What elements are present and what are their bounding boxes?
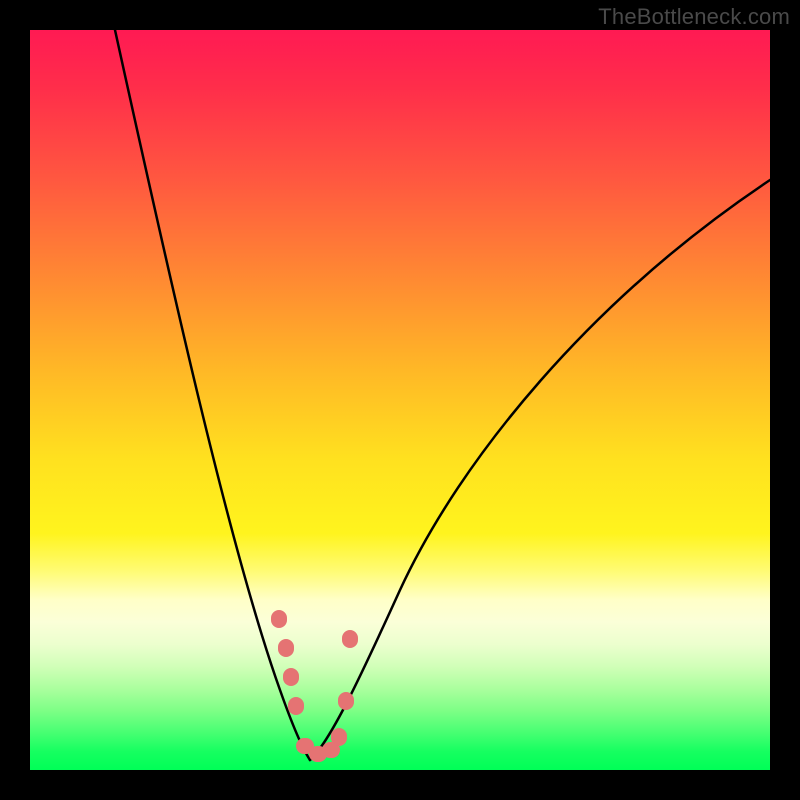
- curve-layer: [30, 30, 770, 770]
- watermark-text: TheBottleneck.com: [598, 4, 790, 30]
- plot-area: [30, 30, 770, 770]
- marker-cluster: [271, 610, 358, 762]
- chart-frame: TheBottleneck.com: [0, 0, 800, 800]
- curve-right: [310, 180, 770, 760]
